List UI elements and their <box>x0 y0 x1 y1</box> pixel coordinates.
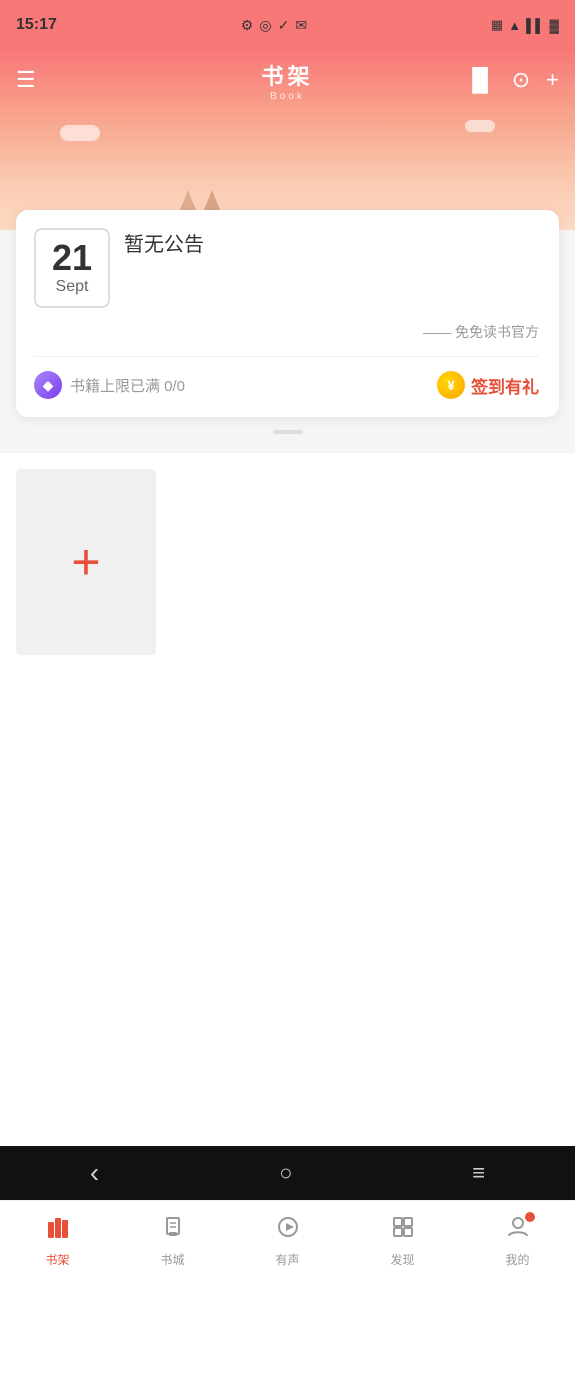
nav-item-bookstore[interactable]: 书城 <box>160 1214 186 1268</box>
main-content: 21 Sept 暂无公告 —— 免免读书官方 ◆ 书籍上限已满 0/0 签到有礼 <box>0 210 575 1251</box>
book-limit-text: 书籍上限已满 0/0 <box>70 375 185 396</box>
app-header: ☰ 书架 Book ▐▌ ⊙ + <box>0 50 575 110</box>
search-icon[interactable]: ⊙ <box>512 67 530 93</box>
status-left-icons: ⚙ ◎ ✓ ✉ <box>241 17 307 34</box>
header-left: ☰ <box>16 67 36 93</box>
nav-label-discover: 发现 <box>390 1251 414 1268</box>
status-time: 15:17 <box>16 16 57 34</box>
menu-icon[interactable]: ☰ <box>16 67 36 93</box>
announcement-title: 暂无公告 <box>124 224 204 256</box>
add-book-plus-icon: + <box>71 537 100 587</box>
wifi-icon: ▲ <box>508 18 521 33</box>
bookshelf-nav-icon <box>45 1214 71 1247</box>
header-right: ▐▌ ⊙ + <box>465 67 559 93</box>
nav-item-discover[interactable]: 发现 <box>390 1214 416 1268</box>
card-divider <box>34 356 539 357</box>
status-bar: 15:17 ⚙ ◎ ✓ ✉ ▦ ▲ ▌▌ ▓ <box>0 0 575 50</box>
announcement-title-wrap: 暂无公告 <box>124 228 204 257</box>
cloud-left <box>60 125 100 141</box>
app-title-cn: 书架 <box>261 59 313 91</box>
nav-label-mine: 我的 <box>505 1251 529 1268</box>
nav-item-bookshelf[interactable]: 书架 <box>45 1214 71 1268</box>
mine-nav-icon <box>505 1214 531 1247</box>
book-limit: ◆ 书籍上限已满 0/0 <box>34 371 185 399</box>
header-title: 书架 Book <box>261 59 313 102</box>
nav-item-mine[interactable]: 我的 <box>505 1214 531 1268</box>
app-title-en: Book <box>270 91 305 102</box>
mine-badge <box>525 1212 535 1222</box>
chart-icon[interactable]: ▐▌ <box>465 67 496 93</box>
system-nav-bar: ‹ ○ ≡ <box>0 1146 575 1200</box>
settings-icon: ⚙ <box>241 17 254 34</box>
mail-icon: ✉ <box>295 17 307 34</box>
nav-label-bookshelf: 书架 <box>45 1251 69 1268</box>
bottom-nav: 书架 书城 有声 <box>0 1200 575 1280</box>
signal-icon: ▦ <box>491 17 503 33</box>
announcement-bottom: ◆ 书籍上限已满 0/0 签到有礼 <box>34 371 539 399</box>
calendar-day: 21 <box>52 240 92 276</box>
nav-item-audio[interactable]: 有声 <box>275 1214 301 1268</box>
cloud-right <box>465 120 495 132</box>
scroll-indicator <box>0 417 575 443</box>
location-icon: ◎ <box>259 17 271 34</box>
battery-icon: ▓ <box>550 18 559 33</box>
calendar-icon: 21 Sept <box>34 228 110 308</box>
back-button[interactable]: ‹ <box>90 1157 99 1189</box>
announcement-card: 21 Sept 暂无公告 —— 免免读书官方 ◆ 书籍上限已满 0/0 签到有礼 <box>16 210 559 417</box>
home-button[interactable]: ○ <box>279 1160 292 1186</box>
calendar-month: Sept <box>56 278 89 296</box>
network-icon: ▌▌ <box>526 18 544 33</box>
add-icon[interactable]: + <box>546 67 559 93</box>
tree-small <box>180 190 196 210</box>
discover-nav-icon <box>390 1214 416 1247</box>
bookshelf-area: + <box>0 453 575 671</box>
announcement-author: —— 免免读书官方 <box>34 322 539 342</box>
checkin-button[interactable]: 签到有礼 <box>437 371 539 399</box>
status-right-icons: ▦ ▲ ▌▌ ▓ <box>491 17 559 33</box>
checkin-label: 签到有礼 <box>471 373 539 398</box>
add-book-button[interactable]: + <box>16 469 156 655</box>
diamond-icon: ◆ <box>34 371 62 399</box>
check-icon: ✓ <box>278 17 290 34</box>
nav-label-audio: 有声 <box>275 1251 299 1268</box>
scroll-dot <box>273 430 303 434</box>
bookstore-nav-icon <box>160 1214 186 1247</box>
recents-button[interactable]: ≡ <box>472 1160 485 1186</box>
audio-nav-icon <box>275 1214 301 1247</box>
nav-label-bookstore: 书城 <box>160 1251 184 1268</box>
coin-icon <box>437 371 465 399</box>
announcement-top: 21 Sept 暂无公告 <box>34 228 539 308</box>
